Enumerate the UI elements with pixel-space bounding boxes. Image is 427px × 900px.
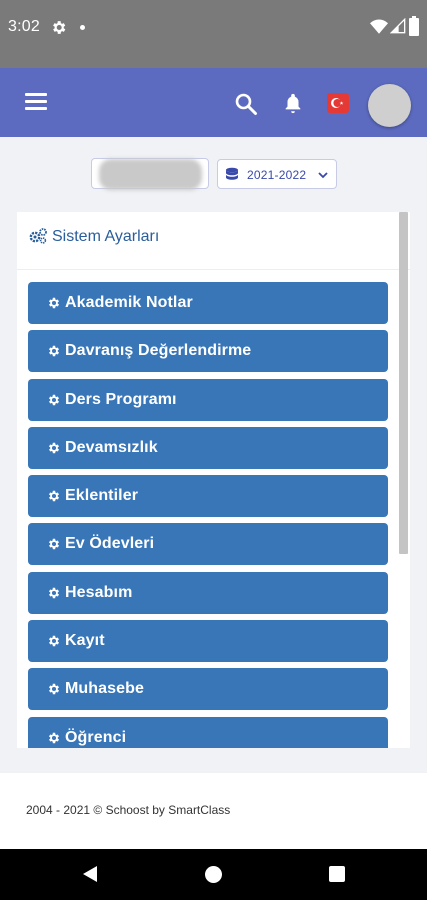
card-title: Sistem Ayarları	[52, 228, 160, 245]
menu-item-kayit[interactable]: Kayıt	[28, 620, 388, 663]
gear-icon	[48, 490, 60, 502]
menu-item-davranis-degerlendirme[interactable]: Davranış Değerlendirme	[28, 330, 388, 373]
status-time: 3:02	[8, 18, 40, 35]
school-name-redacted	[99, 159, 202, 190]
back-icon[interactable]	[82, 865, 98, 883]
gear-icon	[48, 394, 60, 405]
menu-item-label: Kayıt	[65, 632, 105, 650]
gear-icon	[48, 442, 60, 454]
settings-card: Sistem Ayarları Akademik Notlar Davranış…	[17, 212, 410, 748]
wifi-icon	[370, 19, 388, 34]
card-header: Sistem Ayarları	[17, 212, 410, 270]
menu-item-eklentiler[interactable]: Eklentiler	[28, 475, 388, 518]
menu-item-label: Ders Programı	[65, 390, 177, 408]
menu-item-muhasebe[interactable]: Muhasebe	[28, 668, 388, 711]
copyright-text: 2004 - 2021 © Schoost by SmartClass	[26, 803, 231, 817]
year-label: 2021-2022	[247, 168, 307, 182]
menu-item-ogrenci[interactable]: Öğrenci	[28, 716, 388, 748]
database-icon	[226, 167, 238, 180]
gear-icon	[48, 587, 60, 599]
notification-dot	[80, 25, 85, 30]
turkish-flag-icon[interactable]	[327, 93, 349, 113]
menu-item-label: Davranış Değerlendirme	[65, 342, 252, 360]
battery-icon	[409, 16, 419, 36]
gear-icon	[48, 684, 60, 695]
user-avatar[interactable]	[368, 84, 411, 127]
menu-item-label: Muhasebe	[65, 680, 145, 698]
bell-icon[interactable]	[282, 91, 304, 115]
chevron-down-icon	[318, 172, 328, 179]
cogs-icon	[29, 228, 47, 244]
footer: 2004 - 2021 © Schoost by SmartClass	[0, 773, 427, 849]
search-icon[interactable]	[234, 92, 258, 116]
home-icon[interactable]	[205, 866, 222, 883]
android-nav-bar	[0, 849, 427, 900]
hamburger-menu-icon[interactable]	[25, 93, 47, 111]
menu-item-label: Hesabım	[65, 583, 133, 601]
menu-item-label: Ev Ödevleri	[65, 535, 155, 553]
gear-icon	[48, 346, 60, 357]
status-bar: 3:02	[0, 0, 427, 68]
gear-icon	[48, 539, 60, 550]
school-selector[interactable]	[91, 158, 209, 190]
recents-icon[interactable]	[329, 866, 345, 882]
top-navbar	[0, 68, 427, 137]
settings-icon	[53, 21, 66, 34]
menu-item-devamsizlik[interactable]: Devamsızlık	[28, 426, 388, 469]
menu-item-ev-odevleri[interactable]: Ev Ödevleri	[28, 523, 388, 566]
menu-item-hesabim[interactable]: Hesabım	[28, 571, 388, 614]
signal-icon	[390, 18, 406, 34]
menu-item-label: Akademik Notlar	[65, 294, 193, 311]
gear-icon	[48, 635, 60, 647]
menu-item-ders-programi[interactable]: Ders Programı	[28, 378, 388, 421]
main-content: 2021-2022 Sistem Ayarları Akademik Notla…	[0, 137, 427, 773]
gear-icon	[48, 732, 60, 743]
menu-item-label: Devamsızlık	[65, 438, 158, 456]
settings-menu: Akademik Notlar Davranış Değerlendirme D…	[28, 282, 388, 748]
scrollbar-thumb[interactable]	[399, 212, 408, 554]
year-selector[interactable]: 2021-2022	[217, 159, 337, 189]
gear-icon	[48, 297, 60, 309]
menu-item-label: Eklentiler	[65, 487, 139, 505]
menu-item-akademik-notlar[interactable]: Akademik Notlar	[28, 282, 388, 324]
menu-item-label: Öğrenci	[65, 728, 127, 746]
